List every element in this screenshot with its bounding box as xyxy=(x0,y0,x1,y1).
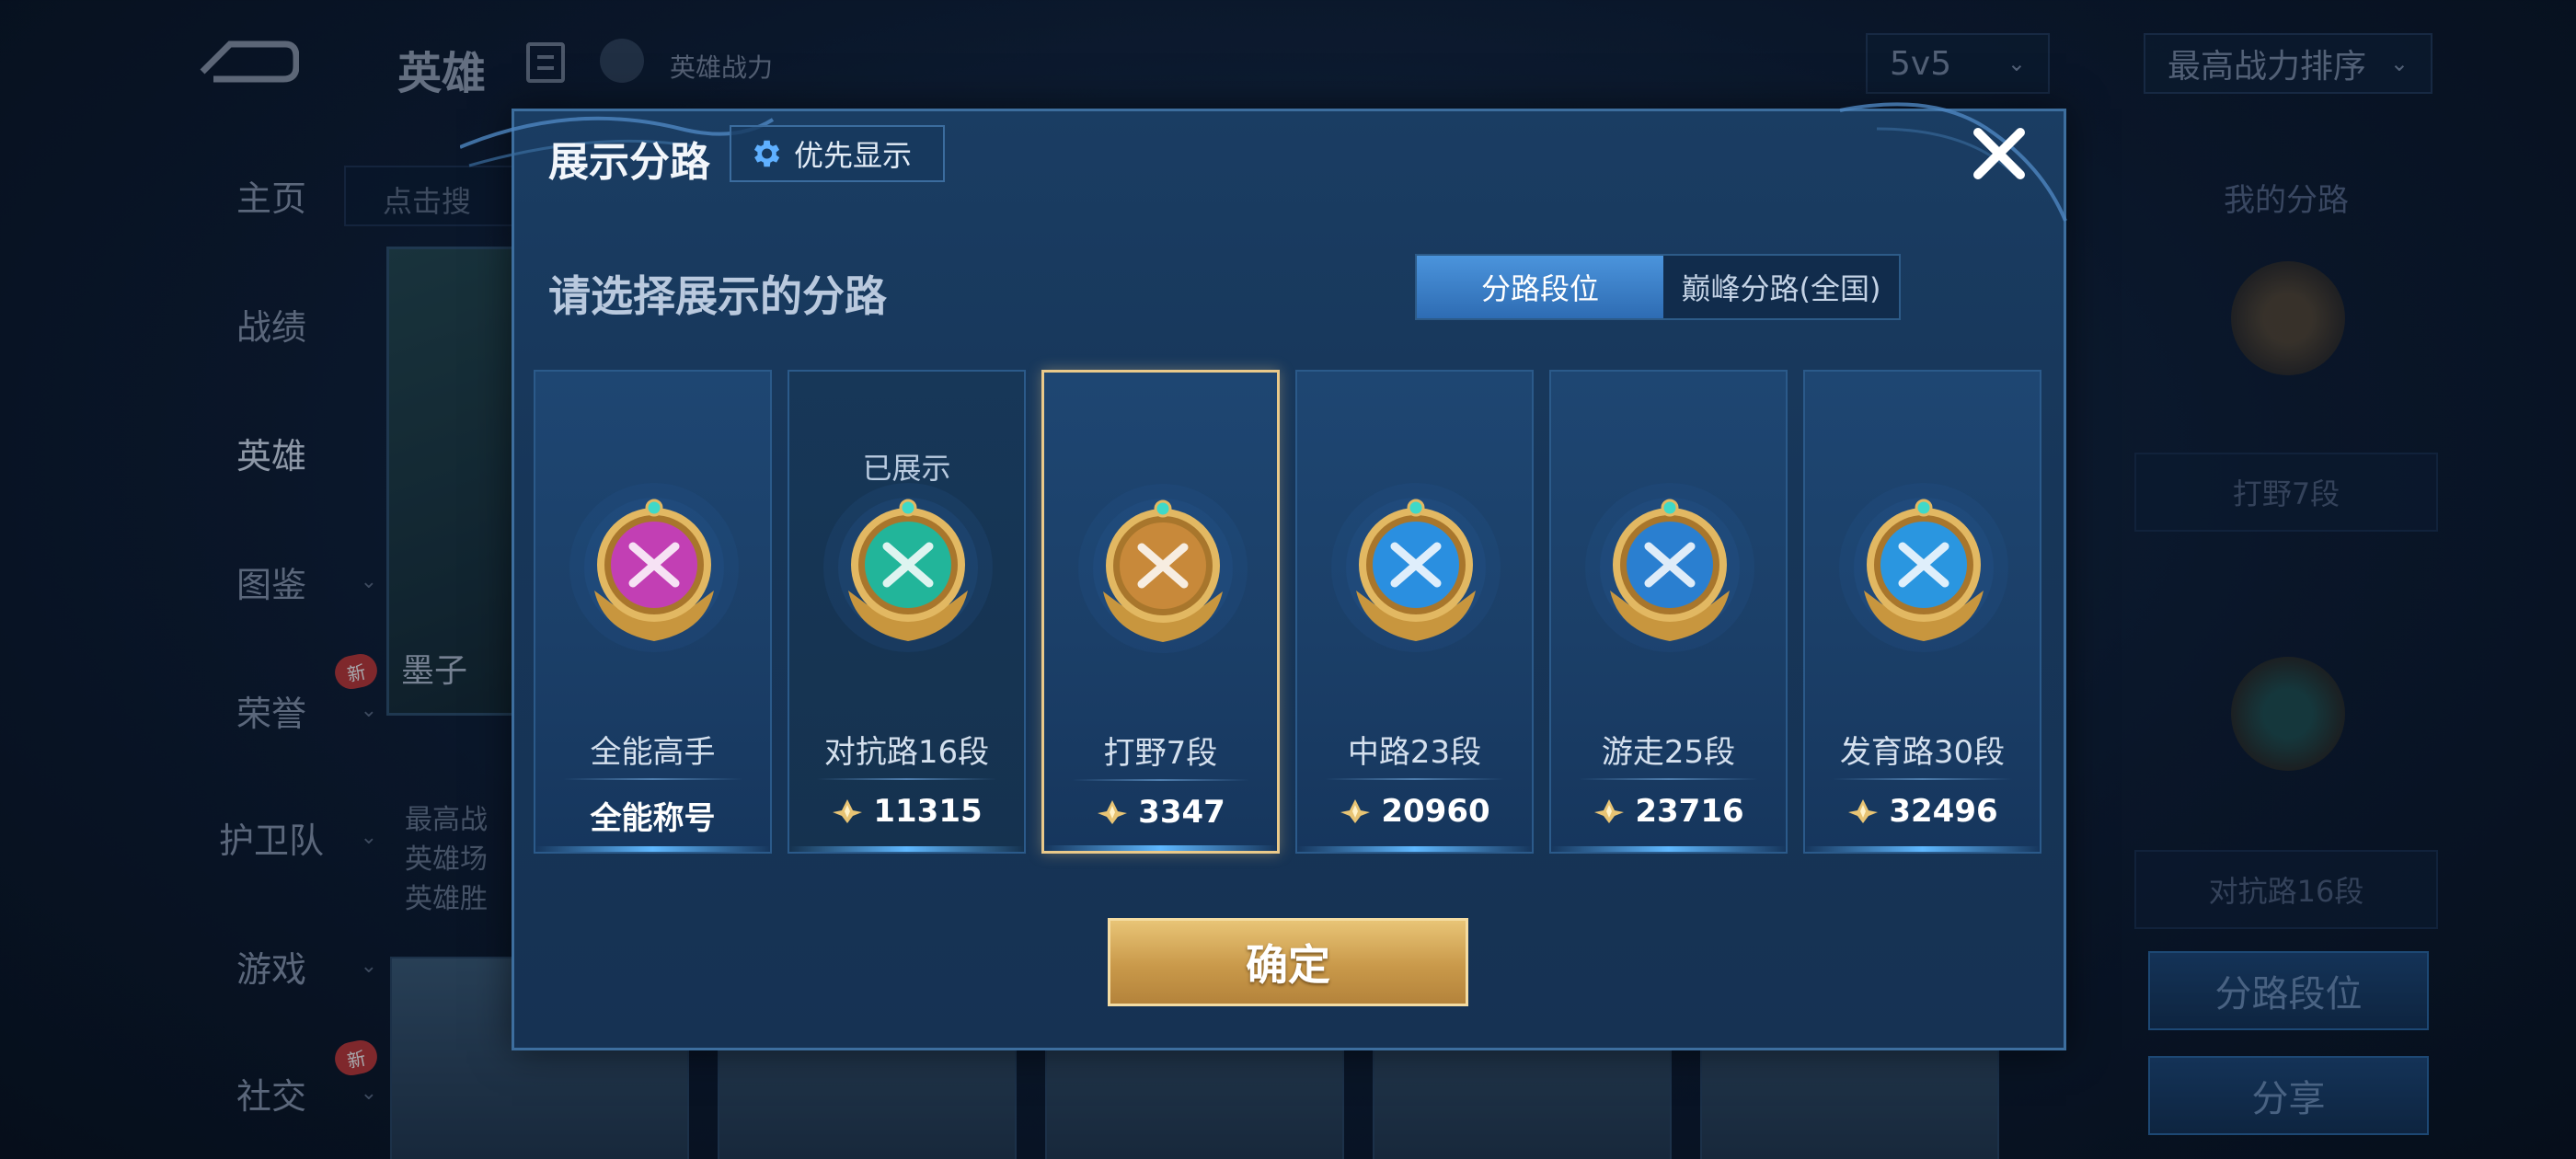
lane-score: 32496 xyxy=(1805,793,2040,830)
dialog-subtitle: 请选择展示的分路 xyxy=(548,271,887,321)
lane-score: 全能称号 xyxy=(535,793,770,838)
lane-card-jungle[interactable]: 打野7段 3347 xyxy=(1041,370,1280,854)
farm-lane-medal-icon xyxy=(1839,483,2008,652)
lane-score-value: 32496 xyxy=(1889,793,1998,830)
combat-power-icon xyxy=(1594,799,1625,823)
tab-peak-lane[interactable]: 巅峰分路(全国) xyxy=(1663,256,1899,318)
card-glow xyxy=(789,846,1024,852)
lane-name: 中路23段 xyxy=(1347,734,1482,771)
lane-score-value: 全能称号 xyxy=(590,800,716,837)
confirm-button[interactable]: 确定 xyxy=(1108,918,1468,1006)
lane-score: 20960 xyxy=(1297,793,1532,830)
clash-lane-medal-icon xyxy=(823,483,993,652)
lane-name: 打野7段 xyxy=(1103,735,1218,772)
lane-score: 11315 xyxy=(789,793,1024,830)
lane-card-clash-lane[interactable]: 已展示 对抗路16段 11315 xyxy=(788,370,1026,854)
combat-power-icon xyxy=(833,799,863,823)
dialog-title: 展示分路 xyxy=(548,139,710,186)
card-glow xyxy=(1551,846,1786,852)
lane-score-value: 23716 xyxy=(1635,793,1744,830)
lane-score-value: 20960 xyxy=(1381,793,1490,830)
divider xyxy=(1072,779,1249,781)
roaming-medal-icon xyxy=(1585,483,1754,652)
lane-name: 对抗路16段 xyxy=(823,734,990,771)
lane-score: 23716 xyxy=(1551,793,1786,830)
rank-type-toggle: 分路段位 巅峰分路(全国) xyxy=(1415,254,1901,320)
tab-lane-rank[interactable]: 分路段位 xyxy=(1417,256,1663,318)
lane-card-farm-lane[interactable]: 发育路30段 32496 xyxy=(1803,370,2041,854)
divider xyxy=(1325,778,1504,780)
lane-card-mid-lane[interactable]: 中路23段 20960 xyxy=(1295,370,1534,854)
close-icon xyxy=(1973,128,2025,179)
lane-score: 3347 xyxy=(1044,794,1277,831)
divider xyxy=(1579,778,1758,780)
divider xyxy=(817,778,996,780)
lane-card-all-round[interactable]: 全能高手 全能称号 xyxy=(534,370,772,854)
lane-name: 发育路30段 xyxy=(1839,734,2006,771)
divider xyxy=(1833,778,2012,780)
all-round-medal-icon xyxy=(569,483,739,652)
card-glow xyxy=(1297,846,1532,852)
card-glow xyxy=(1044,845,1277,851)
gear-icon xyxy=(753,140,780,167)
lane-card-roaming[interactable]: 游走25段 23716 xyxy=(1549,370,1788,854)
card-glow xyxy=(535,846,770,852)
close-button[interactable] xyxy=(1965,120,2033,188)
priority-display-button[interactable]: 优先显示 xyxy=(730,125,945,182)
jungle-medal-icon xyxy=(1078,484,1248,653)
lane-name: 游走25段 xyxy=(1601,734,1736,771)
combat-power-icon xyxy=(1848,799,1879,823)
lane-score-value: 3347 xyxy=(1138,794,1225,831)
combat-power-icon xyxy=(1340,799,1371,823)
lane-score-value: 11315 xyxy=(873,793,983,830)
priority-display-label: 优先显示 xyxy=(794,138,913,173)
lane-name: 全能高手 xyxy=(590,734,716,771)
divider xyxy=(563,778,742,780)
mid-lane-medal-icon xyxy=(1331,483,1501,652)
card-glow xyxy=(1805,846,2040,852)
combat-power-icon xyxy=(1098,800,1128,824)
